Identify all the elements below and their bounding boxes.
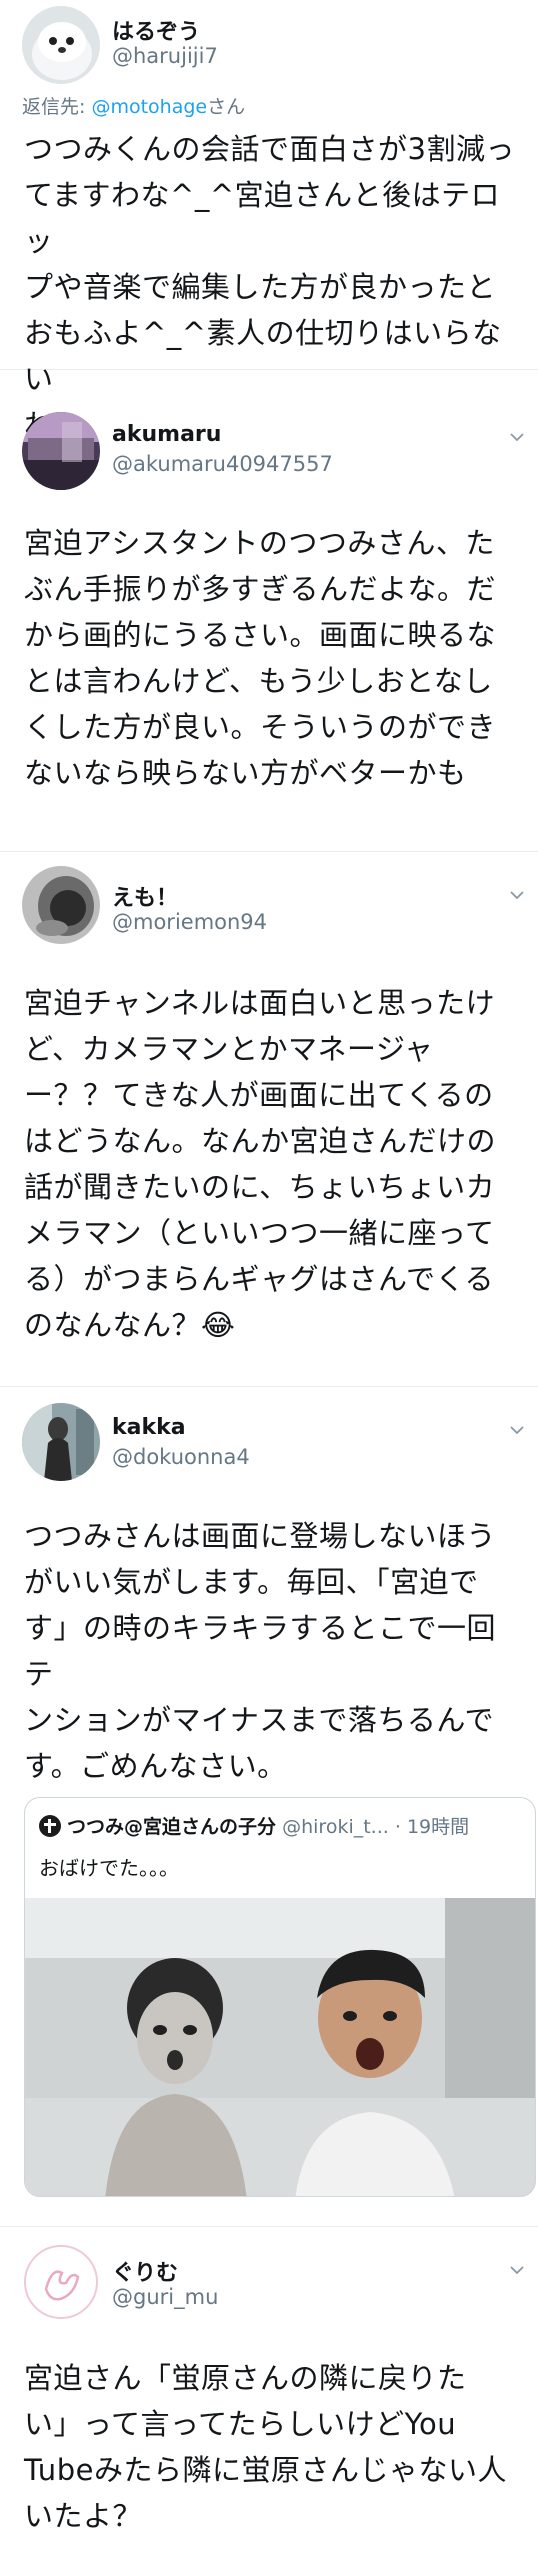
text-line: 宮迫アシスタントのつつみさん、た <box>24 526 495 560</box>
tweet[interactable]: はるぞう @harujiji7 返信先: @motohageさん つつみくんの会… <box>0 0 538 442</box>
text-line: から画的にうるさい。画面に映るな <box>24 618 497 652</box>
tweet-text: 宮迫さん「蛍原さんの隣に戻りた い」って言ってたらしいけどYou Tubeみたら… <box>24 2355 518 2539</box>
text-line: ンションがマイナスまで落ちるんで <box>24 1703 494 1737</box>
user-name[interactable]: ぐりむ <box>112 2255 178 2287</box>
quote-timestamp: · 19時間 <box>394 1816 470 1838</box>
text-line: Tubeみたら隣に蛍原さんじゃない人 <box>24 2453 507 2487</box>
user-handle[interactable]: @akumaru40947557 <box>112 452 333 476</box>
chevron-down-icon[interactable] <box>508 2261 526 2279</box>
user-name[interactable]: えも！ <box>112 880 178 912</box>
user-name[interactable]: kakka <box>112 1415 186 1440</box>
quote-user-name[interactable]: つつみ@宮迫さんの子分 <box>67 1816 276 1838</box>
text-line: くした方が良い。そういうのができ <box>24 710 497 744</box>
tweet[interactable]: kakka @dokuonna4 つつみさんは画面に登場しないほう がいい気がし… <box>0 1387 538 2227</box>
user-handle[interactable]: @harujiji7 <box>112 44 218 68</box>
text-line: はどうなん。なんか宮迫さんだけの <box>24 1124 497 1158</box>
text-line: す。ごめんなさい。 <box>24 1749 287 1783</box>
text-line: てますわな^_^宮迫さんと後はテロッ <box>24 178 501 258</box>
text-line: 宮迫さん「蛍原さんの隣に戻りた <box>24 2361 467 2395</box>
quoted-tweet[interactable]: つつみ@宮迫さんの子分 @hiroki_t... · 19時間 おばけでた。。。 <box>24 1797 536 2197</box>
reply-suffix: さん <box>207 96 246 118</box>
tweet-text: 宮迫チャンネルは面白いと思ったけ ど、カメラマンとかマネージャ ー？？てきな人が… <box>24 980 518 1348</box>
user-handle[interactable]: @dokuonna4 <box>112 1445 250 1469</box>
avatar[interactable] <box>22 866 100 944</box>
avatar[interactable] <box>22 1403 100 1481</box>
text-line: 話が聞きたいのに、ちょいちょいカ <box>24 1170 496 1204</box>
user-handle[interactable]: @moriemon94 <box>112 910 267 934</box>
avatar[interactable] <box>22 412 100 490</box>
mention-link[interactable]: @motohage <box>91 96 207 118</box>
tweet[interactable]: akumaru @akumaru40947557 宮迫アシスタントのつつみさん、… <box>0 370 538 852</box>
text-line: い」って言ってたらしいけどYou <box>24 2407 457 2441</box>
quote-text: おばけでた。。。 <box>39 1856 179 1880</box>
text-line: メラマン（といいつつ一緒に座って <box>24 1216 495 1250</box>
text-line: 宮迫チャンネルは面白いと思ったけ <box>24 986 496 1020</box>
text-line: ぶん手振りが多すぎるんだよな。だ <box>24 572 497 606</box>
user-handle[interactable]: @guri_mu <box>112 2285 218 2309</box>
text-line: いたよ？ <box>24 2499 143 2533</box>
reply-label: 返信先: <box>22 96 92 118</box>
user-name[interactable]: はるぞう <box>112 14 200 46</box>
chevron-down-icon[interactable] <box>508 1421 526 1439</box>
avatar[interactable] <box>22 6 100 84</box>
avatar[interactable] <box>22 2243 100 2321</box>
quote-header: つつみ@宮迫さんの子分 @hiroki_t... · 19時間 <box>39 1812 469 1839</box>
text-line: プや音楽で編集した方が良かったと <box>24 270 497 304</box>
reply-context: 返信先: @motohageさん <box>22 92 245 119</box>
text-line: ー？？てきな人が画面に出てくるの <box>24 1078 494 1112</box>
tweet-feed: はるぞう @harujiji7 返信先: @motohageさん つつみくんの会… <box>0 0 538 2554</box>
text-line: がいい気がします。毎回、「宮迫で <box>24 1565 479 1599</box>
user-name[interactable]: akumaru <box>112 422 221 447</box>
text-line: す」の時のキラキラするとこで一回テ <box>24 1611 497 1691</box>
text-line: つつみさんは画面に登場しないほう <box>24 1519 497 1553</box>
photo-image[interactable] <box>25 1898 536 2197</box>
text-line: る）がつまらんギャグはさんでくる <box>24 1262 494 1296</box>
tweet[interactable]: ぐりむ @guri_mu 宮迫さん「蛍原さんの隣に戻りた い」って言ってたらしい… <box>0 2227 538 2554</box>
text-line: とは言わんけど、もう少しおとなし <box>24 664 493 698</box>
text-line: つつみくんの会話で面白さが3割減っ <box>24 132 515 166</box>
text-line: ど、カメラマンとかマネージャ <box>24 1032 434 1066</box>
text-line: ないなら映らない方がベターかも <box>24 756 467 790</box>
chevron-down-icon[interactable] <box>508 886 526 904</box>
tweet-text: 宮迫アシスタントのつつみさん、た ぶん手振りが多すぎるんだよな。だ から画的にう… <box>24 520 518 796</box>
tweet[interactable]: えも！ @moriemon94 宮迫チャンネルは面白いと思ったけ ど、カメラマン… <box>0 852 538 1387</box>
avatar <box>39 1815 61 1837</box>
chevron-down-icon[interactable] <box>508 428 526 446</box>
quote-user-handle[interactable]: @hiroki_t... <box>282 1816 389 1838</box>
text-line: のなんなん？😂 <box>24 1308 236 1342</box>
tweet-text: つつみさんは画面に登場しないほう がいい気がします。毎回、「宮迫で す」の時のキ… <box>24 1513 518 1789</box>
